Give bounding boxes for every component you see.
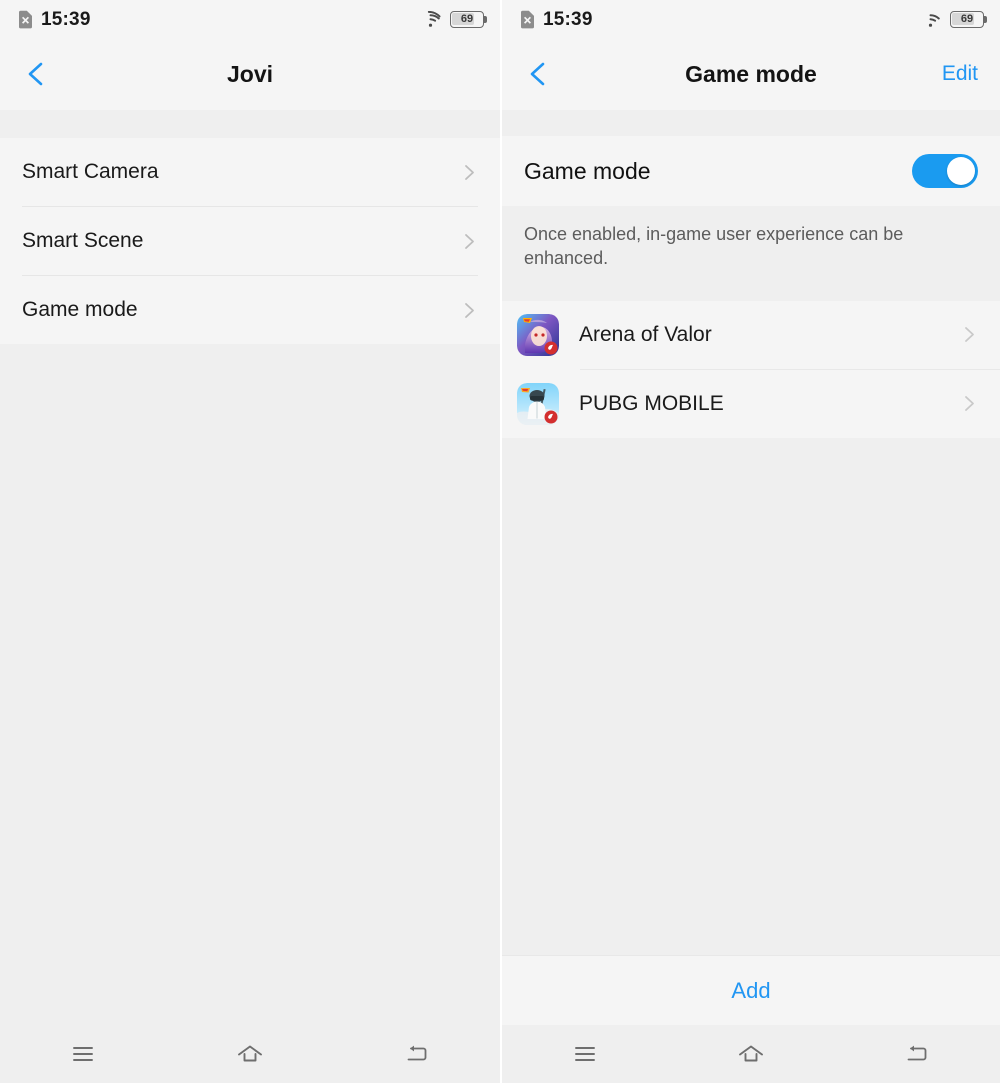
sidebar-item-smart-scene[interactable]: Smart Scene <box>0 207 500 275</box>
home-button[interactable] <box>668 1025 834 1083</box>
settings-list: Smart Camera Smart Scene Game mode <box>0 138 500 344</box>
chevron-right-icon <box>461 164 478 181</box>
back-return-icon <box>402 1041 432 1067</box>
sidebar-item-smart-camera[interactable]: Smart Camera <box>0 138 500 206</box>
menu-recents-icon <box>68 1041 98 1067</box>
list-item-label: Smart Scene <box>22 229 144 252</box>
status-bar-right-group: 69 <box>420 10 487 28</box>
status-bar-right: 15:39 69 <box>502 0 1000 38</box>
back-return-icon <box>902 1041 932 1067</box>
page-title: Game mode <box>685 60 817 87</box>
right-screen-game-mode: 15:39 69 Game mode Edit Game mode Once e… <box>500 0 1000 1083</box>
back-button[interactable] <box>834 1025 1000 1083</box>
chevron-right-icon <box>461 302 478 319</box>
system-navigation-bar-left <box>0 1025 500 1083</box>
home-icon <box>235 1041 265 1067</box>
recents-button[interactable] <box>502 1025 668 1083</box>
empty-area-right <box>502 437 1000 955</box>
chevron-right-icon <box>961 326 978 343</box>
arena-of-valor-app-icon <box>517 313 559 356</box>
menu-recents-icon <box>570 1041 600 1067</box>
wifi-icon <box>920 11 941 28</box>
status-bar-left-group: 15:39 <box>18 10 91 29</box>
battery-level-text: 69 <box>960 12 974 25</box>
game-list: Arena of Valor PUBG MOBILE <box>502 300 1000 438</box>
battery-icon: 69 <box>950 10 987 28</box>
game-mode-switch[interactable] <box>912 154 978 188</box>
add-button[interactable]: Add <box>731 978 770 1004</box>
system-navigation-bar-right <box>502 1025 1000 1083</box>
back-button[interactable] <box>333 1025 500 1083</box>
sim-card-no-service-icon <box>18 10 33 29</box>
add-game-bar[interactable]: Add <box>502 955 1000 1025</box>
empty-area-left <box>0 344 500 1025</box>
section-gap <box>502 110 1000 136</box>
pubg-mobile-app-icon <box>517 382 559 425</box>
list-item-label: Game mode <box>22 298 138 321</box>
game-mode-label: Game mode <box>524 157 651 184</box>
wifi-icon <box>420 10 441 28</box>
page-title: Jovi <box>226 60 274 87</box>
back-chevron-icon[interactable] <box>524 60 552 88</box>
sidebar-item-game-mode[interactable]: Game mode <box>0 276 500 344</box>
list-item[interactable]: Arena of Valor <box>502 301 1000 369</box>
game-name-label: Arena of Valor <box>579 322 712 346</box>
home-icon <box>736 1041 766 1067</box>
switch-knob <box>947 157 975 185</box>
list-item-label: Smart Camera <box>22 160 159 183</box>
recents-button[interactable] <box>0 1025 167 1083</box>
edit-button[interactable]: Edit <box>942 62 978 86</box>
list-item[interactable]: PUBG MOBILE <box>502 370 1000 438</box>
status-bar-clock: 15:39 <box>543 8 593 30</box>
status-bar-left-group: 15:39 <box>520 10 593 29</box>
title-bar-right: Game mode Edit <box>502 38 1000 110</box>
chevron-right-icon <box>961 395 978 412</box>
back-chevron-icon[interactable] <box>22 60 50 88</box>
left-screen-jovi: 15:39 69 Jovi Smart Camera Smart Scene G… <box>0 0 500 1083</box>
game-mode-description: Once enabled, in-game user experience ca… <box>502 206 932 301</box>
home-button[interactable] <box>167 1025 334 1083</box>
game-mode-toggle-row[interactable]: Game mode <box>502 136 1000 206</box>
battery-icon: 69 <box>450 10 487 28</box>
game-name-label: PUBG MOBILE <box>579 391 724 415</box>
chevron-right-icon <box>461 233 478 250</box>
sim-card-no-service-icon <box>520 10 535 29</box>
status-bar-clock: 15:39 <box>41 8 91 30</box>
dual-screenshot-container: 15:39 69 Jovi Smart Camera Smart Scene G… <box>0 0 1000 1083</box>
title-bar-left: Jovi <box>0 38 500 110</box>
section-gap <box>0 110 500 138</box>
status-bar-left: 15:39 69 <box>0 0 500 38</box>
battery-level-text: 69 <box>460 12 474 25</box>
status-bar-right-group: 69 <box>920 10 987 28</box>
